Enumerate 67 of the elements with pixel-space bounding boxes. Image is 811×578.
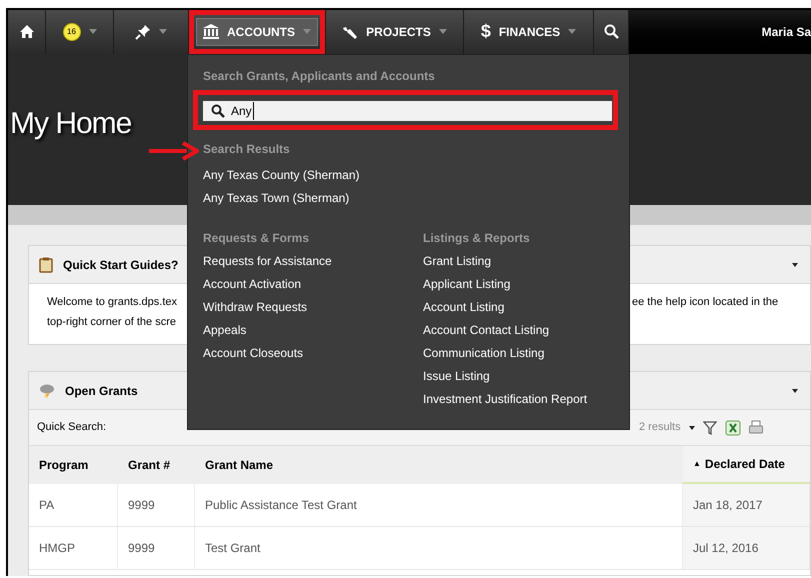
search-result-link[interactable]: Any Texas Town (Sherman) [203,189,350,209]
menu-link[interactable]: Account Listing [423,298,504,318]
arrow-icon [149,141,199,161]
caret-icon [88,29,96,34]
spreadsheet-icon[interactable] [724,420,741,436]
storm-cloud-icon [39,382,55,399]
menu-link[interactable]: Account Closeouts [203,344,304,364]
caret-icon[interactable] [792,262,798,267]
clipboard-icon [39,256,53,273]
results-count: 2 results [639,420,681,436]
caret-icon[interactable] [688,426,695,430]
menu-link[interactable]: Grant Listing [423,252,492,272]
menu-heading: Search Grants, Applicants and Accounts [203,68,436,85]
quick-search-label: Quick Search: [37,420,106,436]
notification-badge[interactable]: 16 [62,22,80,41]
user-name[interactable]: Maria Sa [762,22,811,41]
welcome-text: Welcome to grants.dps.tex [47,295,178,310]
welcome-text: top-right corner of the scre [47,315,176,330]
nav-label: ACCOUNTS [227,24,295,41]
column-header[interactable]: Grant Name [195,446,683,484]
menu-link[interactable]: Investment Justification Report [423,390,588,410]
caret-icon [303,29,311,34]
dollar-icon: $ [480,18,491,46]
caret-icon [159,29,167,34]
menu-heading: Requests & Forms [203,230,310,247]
home-icon [20,25,34,38]
menu-heading: Listings & Reports [423,230,530,247]
panel-title: Open Grants [65,382,138,400]
column-header[interactable]: Grant # [118,446,195,484]
caret-icon[interactable] [792,388,798,393]
search-field[interactable]: Any [203,101,612,121]
table-cell: Jul 12, 2016 [683,527,810,570]
sort-icon: ▲ [693,458,701,470]
search-icon [211,104,225,118]
column-header[interactable]: Program [29,446,118,484]
table-cell: 9999 [118,484,195,526]
page-title: My Home [10,106,132,142]
table-cell: PA [29,484,118,526]
nav-label: FINANCES [498,24,560,41]
menu-link[interactable]: Requests for Assistance [203,252,332,272]
nav-label: PROJECTS [366,24,431,41]
column-label: Grant Name [205,457,274,474]
column-header[interactable]: ▲ Declared Date [683,446,810,484]
column-label: Declared Date [704,456,785,474]
caret-icon [438,29,447,34]
printer-icon[interactable] [748,420,763,436]
menu-link[interactable]: Account Activation [203,275,302,295]
caret-icon [568,29,576,34]
column-label: Program [39,457,88,474]
panel-title: Quick Start Guides? [63,256,178,274]
search-result-link[interactable]: Any Texas County (Sherman) [203,166,360,186]
table-cell: 9999 [118,527,195,570]
menu-link[interactable]: Account Contact Listing [423,321,550,341]
menu-link[interactable]: Issue Listing [423,367,490,387]
column-label: Grant # [128,457,170,474]
filter-icon[interactable] [702,420,717,435]
menu-heading: Search Results [203,141,291,158]
table-cell: Jan 18, 2017 [683,484,810,526]
welcome-text: ee the help icon located in the [632,295,778,310]
bank-icon [203,24,219,40]
pin-icon [135,24,151,40]
menu-link[interactable]: Appeals [203,321,246,341]
table-cell: HMGP [29,527,118,570]
menu-link[interactable]: Communication Listing [423,344,544,364]
menu-link[interactable]: Applicant Listing [423,275,510,295]
search-icon [604,24,618,40]
menu-link[interactable]: Withdraw Requests [203,298,308,318]
